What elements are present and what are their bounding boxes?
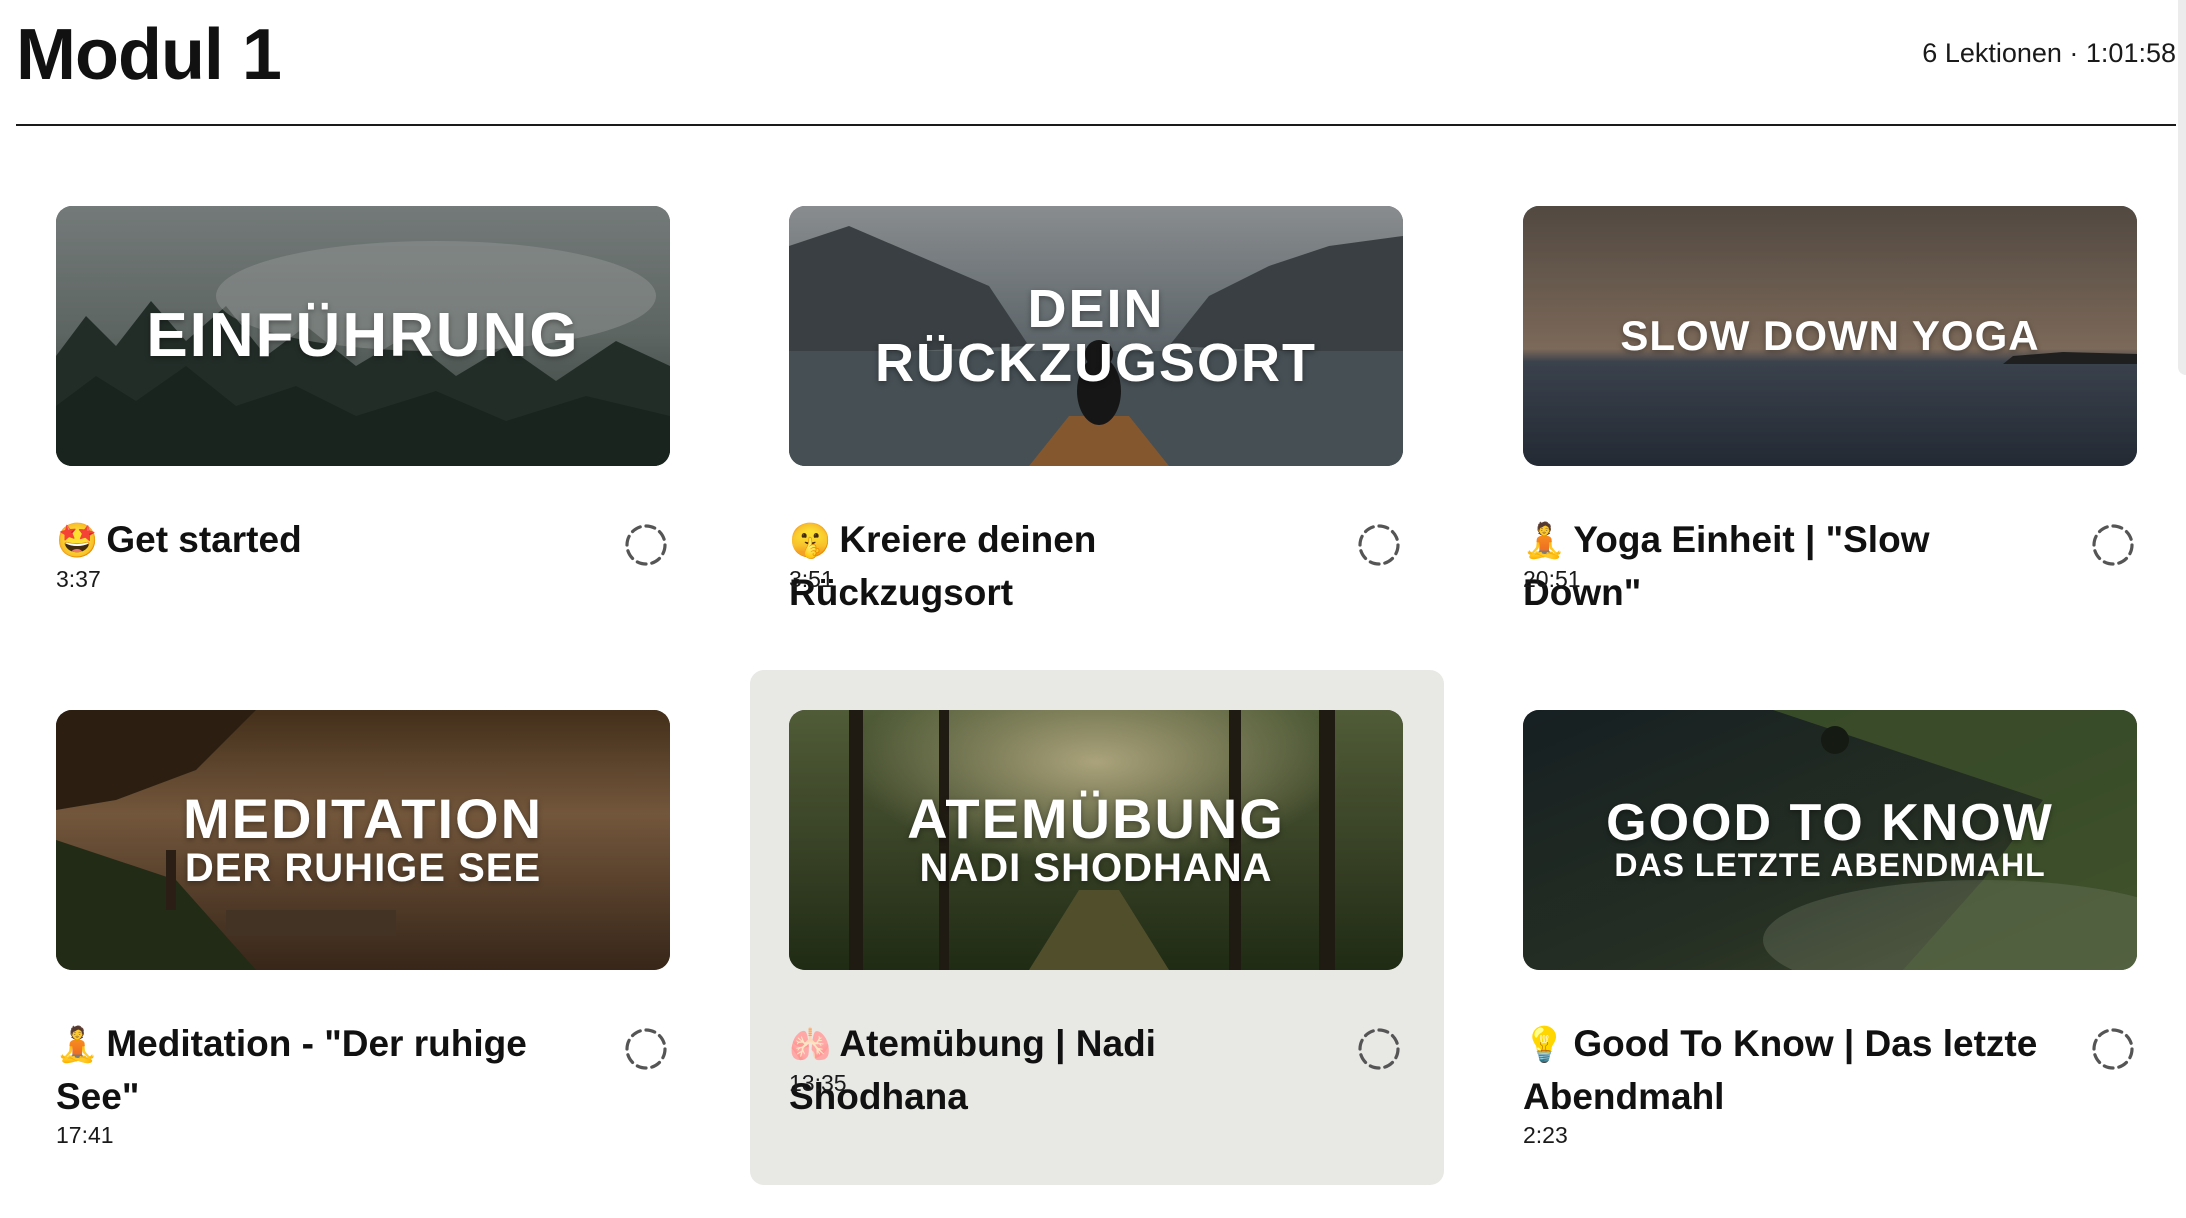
lesson-card-atemuebung[interactable]: ATEMÜBUNG NADI SHODHANA 🫁 Atemübung | Nad… xyxy=(750,670,1444,1185)
lesson-duration: 3:37 xyxy=(56,566,101,592)
lesson-duration: 20:51 xyxy=(1523,566,1581,592)
thumbnail-title: GOOD TO KNOW xyxy=(1606,794,2054,853)
lesson-duration: 13:35 xyxy=(789,1070,847,1096)
thumbnail-subtitle: RÜCKZUGSORT xyxy=(875,333,1317,393)
lesson-duration: 2:23 xyxy=(1523,1122,1568,1148)
thumbnail-subtitle: DAS LETZTE ABENDMAHL xyxy=(1614,847,2046,884)
lesson-card-rueckzugsort[interactable]: DEIN RÜCKZUGSORT 🤫 Kreiere deinen Rückzug… xyxy=(750,166,1444,681)
lesson-thumbnail[interactable]: DEIN RÜCKZUGSORT xyxy=(789,206,1403,466)
lesson-title-text: Meditation - "Der ruhige See" xyxy=(56,1023,527,1117)
lesson-title-text: Kreiere deinen Rückzugsort xyxy=(789,519,1097,613)
lesson-thumbnail[interactable]: ATEMÜBUNG NADI SHODHANA xyxy=(789,710,1403,970)
lesson-title[interactable]: 🫁 Atemübung | Nadi Shodhana xyxy=(789,1018,1319,1123)
lesson-card-good-to-know[interactable]: GOOD TO KNOW DAS LETZTE ABENDMAHL 💡 Good … xyxy=(1484,670,2178,1185)
module-header: Modul 1 6 Lektionen · 1:01:58 xyxy=(16,0,2176,126)
lesson-duration: 3:51 xyxy=(789,566,834,592)
incomplete-circle-icon[interactable] xyxy=(1356,522,1402,568)
lesson-thumbnail[interactable]: GOOD TO KNOW DAS LETZTE ABENDMAHL xyxy=(1523,710,2137,970)
star-struck-emoji-icon: 🤩 xyxy=(56,522,99,560)
thumbnail-title: EINFÜHRUNG xyxy=(146,301,580,370)
module-title: Modul 1 xyxy=(16,15,282,95)
lesson-title[interactable]: 🤫 Kreiere deinen Rückzugsort xyxy=(789,514,1319,619)
lesson-title-text: Yoga Einheit | "Slow Down" xyxy=(1523,519,1930,613)
shushing-face-emoji-icon: 🤫 xyxy=(789,522,832,560)
lesson-card-meditation[interactable]: MEDITATION DER RUHIGE SEE 🧘 Meditation - … xyxy=(17,670,711,1185)
side-panel-edge xyxy=(2178,0,2186,375)
lesson-title-text: Get started xyxy=(106,519,302,560)
meditation-person-emoji-icon: 🧘 xyxy=(56,1026,99,1064)
thumbnail-title: DEIN xyxy=(1027,279,1165,339)
lesson-thumbnail[interactable]: EINFÜHRUNG xyxy=(56,206,670,466)
lesson-thumbnail[interactable]: SLOW DOWN YOGA xyxy=(1523,206,2137,466)
thumbnail-title: MEDITATION xyxy=(182,787,544,850)
lesson-title[interactable]: 💡 Good To Know | Das letzte Abendmahl xyxy=(1523,1018,2053,1123)
lungs-emoji-icon: 🫁 xyxy=(789,1026,832,1064)
lesson-card-slow-down-yoga[interactable]: SLOW DOWN YOGA 🧘 Yoga Einheit | "Slow Dow… xyxy=(1484,166,2178,681)
lesson-title[interactable]: 🤩 Get started xyxy=(56,514,586,567)
thumbnail-title: SLOW DOWN YOGA xyxy=(1620,312,2040,359)
lesson-card-get-started[interactable]: EINFÜHRUNG 🤩 Get started 3:37 xyxy=(17,166,711,681)
lesson-duration: 17:41 xyxy=(56,1122,114,1148)
yoga-person-emoji-icon: 🧘 xyxy=(1523,522,1566,560)
lesson-title[interactable]: 🧘 Meditation - "Der ruhige See" xyxy=(56,1018,586,1123)
lesson-thumbnail[interactable]: MEDITATION DER RUHIGE SEE xyxy=(56,710,670,970)
incomplete-circle-icon[interactable] xyxy=(623,1026,669,1072)
lesson-title[interactable]: 🧘 Yoga Einheit | "Slow Down" xyxy=(1523,514,2053,619)
incomplete-circle-icon[interactable] xyxy=(2090,522,2136,568)
thumbnail-subtitle: DER RUHIGE SEE xyxy=(184,846,542,890)
incomplete-circle-icon[interactable] xyxy=(1356,1026,1402,1072)
incomplete-circle-icon[interactable] xyxy=(2090,1026,2136,1072)
lesson-title-text: Good To Know | Das letzte Abendmahl xyxy=(1523,1023,2038,1117)
incomplete-circle-icon[interactable] xyxy=(623,522,669,568)
module-summary: 6 Lektionen · 1:01:58 xyxy=(1922,38,2176,68)
thumbnail-subtitle: NADI SHODHANA xyxy=(919,846,1273,890)
thumbnail-title: ATEMÜBUNG xyxy=(907,787,1285,850)
light-bulb-emoji-icon: 💡 xyxy=(1523,1026,1566,1064)
